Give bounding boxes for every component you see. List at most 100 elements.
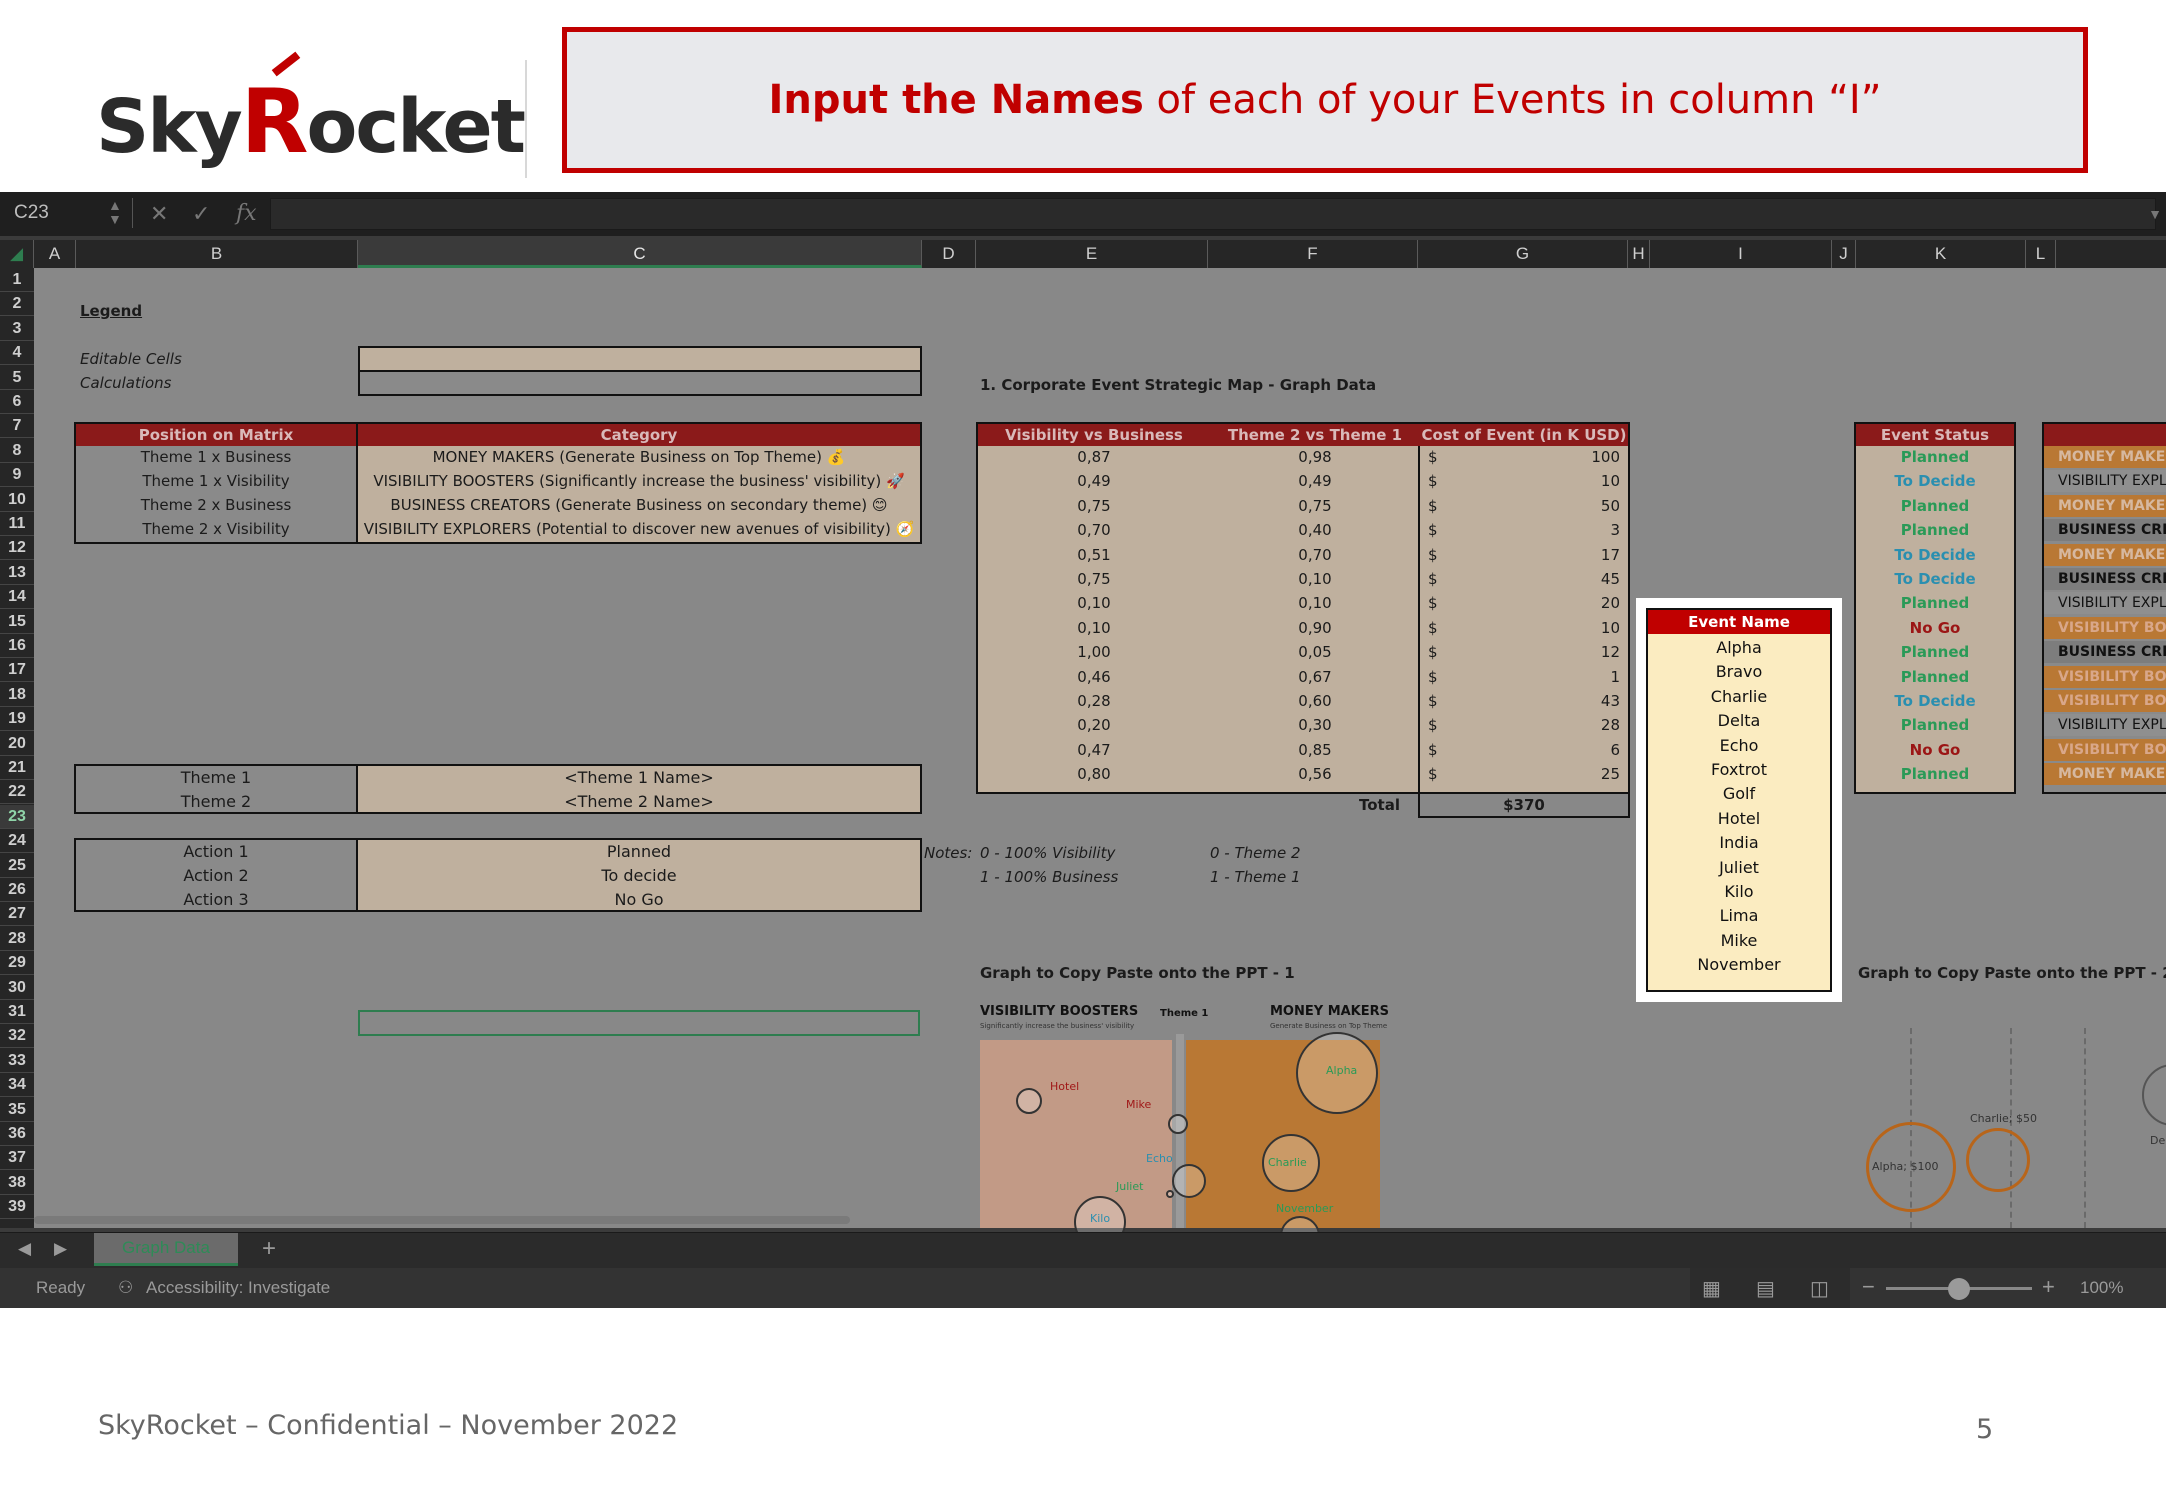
row-header[interactable]: 17 — [0, 658, 34, 683]
cost-value-cell[interactable]: 50 — [1514, 497, 1620, 515]
event-status-cell[interactable]: To Decide — [1856, 546, 2014, 564]
column-header-a[interactable]: A — [34, 240, 76, 268]
page-layout-view-icon[interactable]: ▤ — [1756, 1276, 1775, 1301]
graph2-chart[interactable]: Alpha; $100 Charlie; $50 Delta; $3 — [1834, 1004, 2166, 1228]
action-2-value[interactable]: To decide — [356, 866, 922, 885]
column-header-g[interactable]: G — [1418, 240, 1628, 268]
cost-value-cell[interactable]: 12 — [1514, 643, 1620, 661]
tab-scroll-right-icon[interactable]: ▶ — [54, 1239, 67, 1259]
row-header[interactable]: 8 — [0, 439, 34, 463]
status-accessibility[interactable]: Accessibility: Investigate — [146, 1278, 330, 1298]
theme-value-cell[interactable]: 0,67 — [1210, 668, 1420, 686]
confirm-check-icon[interactable]: ✓ — [192, 201, 210, 227]
formula-input[interactable] — [270, 198, 2156, 230]
cost-value-cell[interactable]: 10 — [1514, 619, 1620, 637]
visibility-value-cell[interactable]: 0,10 — [978, 619, 1210, 637]
event-status-cell[interactable]: Planned — [1856, 716, 2014, 734]
cost-value-cell[interactable]: 10 — [1514, 472, 1620, 490]
visibility-value-cell[interactable]: 0,75 — [978, 570, 1210, 588]
row-header[interactable]: 14 — [0, 585, 34, 610]
event-name-cell[interactable]: India — [1648, 833, 1830, 852]
row-header[interactable]: 1 — [0, 268, 34, 292]
row-header[interactable]: 10 — [0, 488, 34, 512]
zoom-level[interactable]: 100% — [2080, 1278, 2123, 1298]
event-status-cell[interactable]: Planned — [1856, 497, 2014, 515]
theme-value-cell[interactable]: 0,85 — [1210, 741, 1420, 759]
row-header[interactable]: 35 — [0, 1098, 34, 1122]
theme-value-cell[interactable]: 0,30 — [1210, 716, 1420, 734]
zoom-in-icon[interactable]: + — [2042, 1274, 2055, 1300]
event-status-cell[interactable]: No Go — [1856, 619, 2014, 637]
row-header[interactable]: 37 — [0, 1146, 34, 1171]
row-header[interactable]: 29 — [0, 951, 34, 976]
row-header[interactable]: 36 — [0, 1122, 34, 1146]
row-header[interactable]: 15 — [0, 610, 34, 634]
row-header[interactable]: 24 — [0, 829, 34, 854]
visibility-value-cell[interactable]: 0,47 — [978, 741, 1210, 759]
row-header[interactable]: 6 — [0, 390, 34, 414]
theme-value-cell[interactable]: 0,56 — [1210, 765, 1420, 783]
visibility-value-cell[interactable]: 0,10 — [978, 594, 1210, 612]
cost-value-cell[interactable]: 3 — [1514, 521, 1620, 539]
matrix-category-cell[interactable]: MONEY MAKERS (Generate Business on Top T… — [356, 448, 922, 466]
theme-value-cell[interactable]: 0,60 — [1210, 692, 1420, 710]
cost-value-cell[interactable]: 1 — [1514, 668, 1620, 686]
theme-1-name[interactable]: <Theme 1 Name> — [356, 768, 922, 787]
cost-value-cell[interactable]: 100 — [1514, 448, 1620, 466]
column-header-f[interactable]: F — [1208, 240, 1418, 268]
row-header[interactable]: 9 — [0, 463, 34, 488]
row-header[interactable]: 30 — [0, 976, 34, 1000]
theme-value-cell[interactable]: 0,70 — [1210, 546, 1420, 564]
visibility-value-cell[interactable]: 0,28 — [978, 692, 1210, 710]
page-break-view-icon[interactable]: ◫ — [1810, 1276, 1829, 1301]
cost-value-cell[interactable]: 45 — [1514, 570, 1620, 588]
column-header-k[interactable]: K — [1856, 240, 2026, 268]
theme-value-cell[interactable]: 0,90 — [1210, 619, 1420, 637]
row-header[interactable]: 39 — [0, 1195, 34, 1220]
add-sheet-icon[interactable]: + — [262, 1235, 276, 1263]
row-header[interactable]: 16 — [0, 634, 34, 658]
tab-scroll-left-icon[interactable]: ◀ — [18, 1239, 31, 1259]
event-status-cell[interactable]: To Decide — [1856, 472, 2014, 490]
event-status-cell[interactable]: Planned — [1856, 668, 2014, 686]
theme-value-cell[interactable]: 0,10 — [1210, 594, 1420, 612]
select-all-corner[interactable]: ◢ — [0, 240, 34, 268]
theme-value-cell[interactable]: 0,05 — [1210, 643, 1420, 661]
visibility-value-cell[interactable]: 0,87 — [978, 448, 1210, 466]
event-status-cell[interactable]: To Decide — [1856, 692, 2014, 710]
row-header[interactable]: 18 — [0, 683, 34, 707]
row-header[interactable]: 12 — [0, 536, 34, 561]
event-name-cell[interactable]: Bravo — [1648, 662, 1830, 681]
function-icon[interactable]: fx — [236, 201, 257, 226]
event-status-cell[interactable]: Planned — [1856, 521, 2014, 539]
event-status-cell[interactable]: No Go — [1856, 741, 2014, 759]
row-header[interactable]: 33 — [0, 1049, 34, 1073]
column-header-e[interactable]: E — [976, 240, 1208, 268]
visibility-value-cell[interactable]: 0,20 — [978, 716, 1210, 734]
row-header[interactable]: 22 — [0, 780, 34, 805]
event-status-cell[interactable]: To Decide — [1856, 570, 2014, 588]
theme-value-cell[interactable]: 0,98 — [1210, 448, 1420, 466]
action-1-value[interactable]: Planned — [356, 842, 922, 861]
row-header[interactable]: 32 — [0, 1024, 34, 1049]
row-header[interactable]: 3 — [0, 317, 34, 341]
column-header-d[interactable]: D — [922, 240, 976, 268]
formula-expand-icon[interactable]: ▼ — [2148, 206, 2162, 222]
row-header[interactable]: 11 — [0, 512, 34, 536]
event-name-cell[interactable]: Foxtrot — [1648, 760, 1830, 779]
row-header[interactable]: 38 — [0, 1171, 34, 1195]
row-header[interactable]: 4 — [0, 341, 34, 366]
visibility-value-cell[interactable]: 0,49 — [978, 472, 1210, 490]
horizontal-scrollbar[interactable] — [34, 1216, 850, 1224]
graph1-chart[interactable]: VISIBILITY BOOSTERS Significantly increa… — [980, 1004, 1420, 1256]
row-header[interactable]: 27 — [0, 902, 34, 927]
event-name-cell[interactable]: Lima — [1648, 906, 1830, 925]
visibility-value-cell[interactable]: 1,00 — [978, 643, 1210, 661]
matrix-category-cell[interactable]: VISIBILITY EXPLORERS (Potential to disco… — [356, 520, 922, 538]
theme-2-name[interactable]: <Theme 2 Name> — [356, 792, 922, 811]
tab-graph-data[interactable]: Graph Data — [94, 1233, 238, 1266]
row-header[interactable]: 25 — [0, 854, 34, 878]
column-header-c[interactable]: C — [358, 240, 922, 268]
row-header[interactable]: 13 — [0, 561, 34, 585]
matrix-category-cell[interactable]: BUSINESS CREATORS (Generate Business on … — [356, 496, 922, 514]
